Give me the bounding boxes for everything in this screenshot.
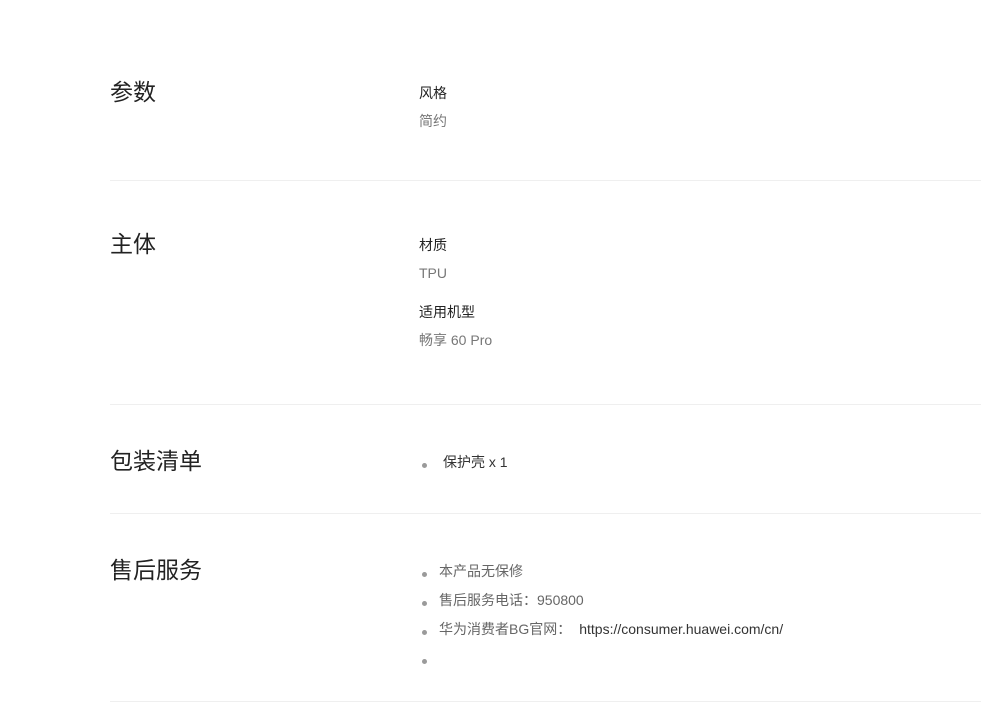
section-body: 主体 材质 TPU 适用机型 畅享 60 Pro xyxy=(110,181,981,405)
param-value: 简约 xyxy=(419,113,447,129)
bullet-dot xyxy=(422,630,427,635)
params-content: 风格 简约 xyxy=(419,86,447,128)
param-style: 风格 简约 xyxy=(419,86,447,128)
section-params: 参数 风格 简约 xyxy=(110,0,981,181)
param-value: 畅享 60 Pro xyxy=(419,332,493,348)
param-material: 材质 TPU xyxy=(419,238,492,280)
service-item-text: 本产品无保修 xyxy=(439,563,523,579)
package-item-text: 保护壳 x 1 xyxy=(443,454,508,470)
bullet-dot xyxy=(422,572,427,577)
package-content: 保护壳 x 1 xyxy=(419,455,508,470)
service-item-text: 售后服务电话：950800 xyxy=(439,592,584,608)
section-title-package: 包装清单 xyxy=(110,448,202,474)
param-value: TPU xyxy=(419,265,447,281)
list-item xyxy=(419,651,783,666)
bullet-dot xyxy=(422,659,427,664)
param-compatible-model: 适用机型 畅享 60 Pro xyxy=(419,305,492,347)
body-content: 材质 TPU 适用机型 畅享 60 Pro xyxy=(419,238,492,347)
product-spec-page: 参数 风格 简约 主体 材质 TPU 适用机型 畅享 60 Pro 包装清单 保… xyxy=(0,0,981,702)
section-package: 包装清单 保护壳 x 1 xyxy=(110,405,981,514)
service-item-text: 华为消费者BG官网： xyxy=(439,621,572,637)
bullet-dot xyxy=(422,601,427,606)
official-site-link[interactable]: https://consumer.huawei.com/cn/ xyxy=(579,621,783,637)
section-title-params: 参数 xyxy=(110,79,156,105)
section-service: 售后服务 本产品无保修 售后服务电话：950800 华为消费者BG官网： http… xyxy=(110,514,981,702)
package-list: 保护壳 x 1 xyxy=(419,455,508,470)
list-item: 华为消费者BG官网： https://consumer.huawei.com/cn… xyxy=(419,622,783,637)
bullet-dot xyxy=(422,463,427,468)
service-content: 本产品无保修 售后服务电话：950800 华为消费者BG官网： https://c… xyxy=(419,564,783,666)
service-list: 本产品无保修 售后服务电话：950800 华为消费者BG官网： https://c… xyxy=(419,564,783,666)
param-name: 材质 xyxy=(419,237,447,253)
list-item: 保护壳 x 1 xyxy=(419,455,508,470)
section-title-service: 售后服务 xyxy=(110,557,202,583)
param-name: 风格 xyxy=(419,85,447,101)
list-item: 本产品无保修 xyxy=(419,564,783,579)
list-item: 售后服务电话：950800 xyxy=(419,593,783,608)
section-title-body: 主体 xyxy=(110,231,156,257)
param-name: 适用机型 xyxy=(419,304,475,320)
